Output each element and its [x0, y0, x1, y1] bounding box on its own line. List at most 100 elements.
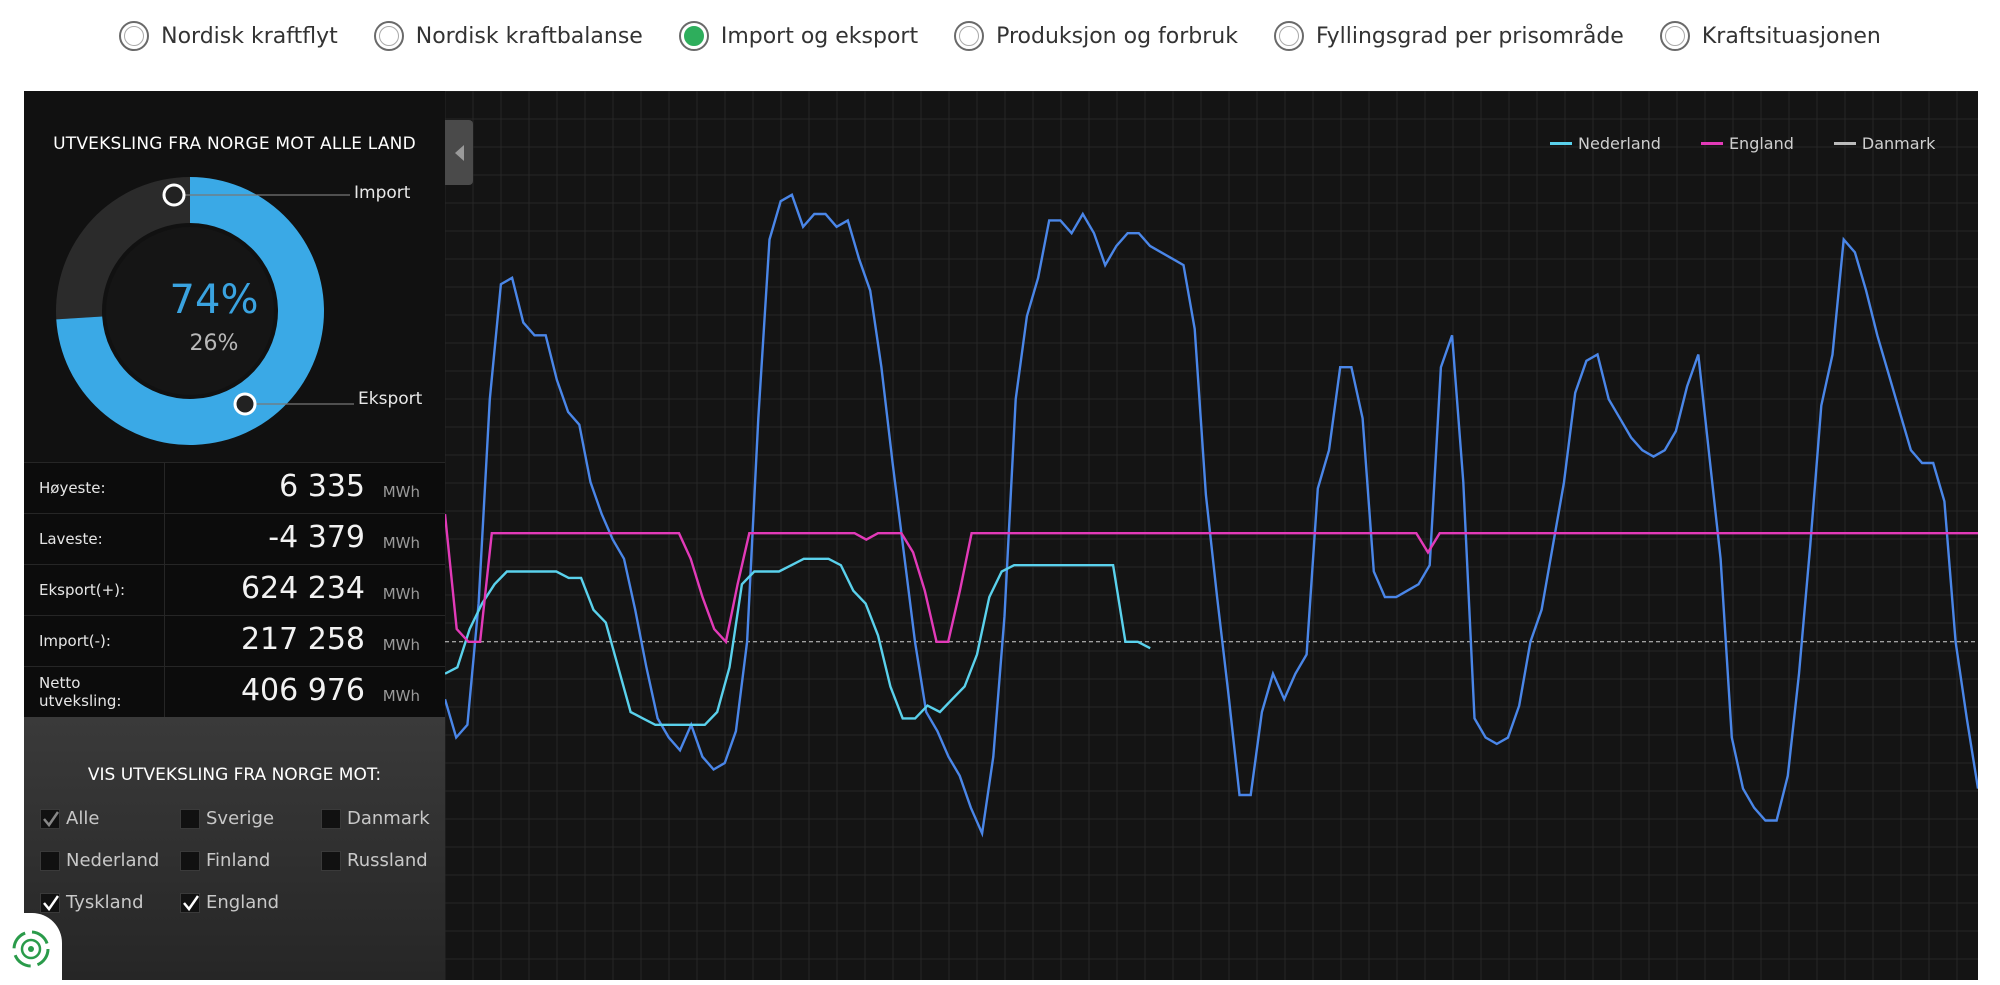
- checkbox[interactable]: [40, 850, 60, 871]
- chevron-left-icon: [455, 144, 464, 161]
- stat-label: Høyeste:: [39, 479, 106, 497]
- legend-swatch: [1700, 141, 1723, 145]
- radio-indicator: [959, 26, 980, 46]
- radio-indicator: [378, 26, 399, 46]
- legend-label: Danmark: [1861, 133, 1936, 153]
- checkbox[interactable]: [180, 808, 200, 829]
- checkmark-icon: [183, 894, 200, 911]
- radio-fyllingsgrad[interactable]: Fyllingsgrad per prisområde: [1273, 21, 1624, 51]
- eksport-marker: [233, 392, 257, 416]
- stat-row-import: Import(-): 217 258 MWh: [24, 615, 445, 666]
- radio-import-og-eksport[interactable]: Import og eksport: [678, 21, 919, 51]
- country-filter: VIS UTVEKSLING FRA NORGE MOT: Alle Sverig…: [24, 717, 445, 980]
- checkbox-alle[interactable]: Alle: [40, 808, 99, 829]
- statnett-logo: [0, 913, 62, 981]
- legend-label: Nederland: [1578, 133, 1661, 153]
- stat-divider: [164, 616, 165, 666]
- legend-item-danmark[interactable]: Danmark: [1833, 133, 1936, 153]
- checkbox-tyskland[interactable]: Tyskland: [40, 892, 144, 913]
- checkbox-russland[interactable]: Russland: [321, 850, 428, 871]
- stat-unit: MWh: [382, 585, 420, 603]
- summary-panel: UTVEKSLING FRA NORGE MOT ALLE LAND 74% 2…: [24, 91, 445, 980]
- chart-legend: Nederland England Danmark: [1510, 133, 1935, 153]
- radio-button[interactable]: [1273, 21, 1304, 51]
- stat-value: 217 258: [240, 622, 365, 657]
- collapse-panel-handle[interactable]: [445, 120, 473, 185]
- radio-label: Import og eksport: [720, 23, 919, 49]
- donut-chart-area: UTVEKSLING FRA NORGE MOT ALLE LAND 74% 2…: [24, 91, 445, 462]
- checkbox-label: Sverige: [206, 808, 275, 829]
- checkmark-icon: [43, 894, 60, 911]
- checkbox-nederland[interactable]: Nederland: [40, 850, 159, 871]
- checkbox[interactable]: [321, 808, 341, 829]
- stat-unit: MWh: [382, 687, 420, 705]
- checkbox-label: Tyskland: [66, 892, 144, 913]
- stat-value: 6 335: [279, 469, 365, 504]
- stat-divider: [164, 565, 165, 615]
- checkbox-england[interactable]: England: [180, 892, 279, 913]
- checkbox-label: Finland: [206, 850, 271, 871]
- checkbox[interactable]: [321, 850, 341, 871]
- stat-divider: [164, 667, 165, 717]
- stat-unit: MWh: [382, 636, 420, 654]
- stat-divider: [164, 514, 165, 564]
- checkbox-danmark[interactable]: Danmark: [321, 808, 430, 829]
- view-selector: Nordisk kraftflyt Nordisk kraftbalanse Imp…: [0, 0, 2000, 72]
- checkbox[interactable]: [40, 892, 60, 913]
- checkbox[interactable]: [180, 892, 200, 913]
- line-chart-svg: [445, 91, 1978, 980]
- radio-button[interactable]: [1659, 21, 1690, 51]
- stat-row-lowest: Laveste: -4 379 MWh: [24, 513, 445, 564]
- exchange-chart: [445, 91, 1978, 980]
- stat-row-highest: Høyeste: 6 335 MWh: [24, 462, 445, 513]
- stat-label: Import(-):: [39, 632, 111, 650]
- checkbox-label: Danmark: [347, 808, 430, 829]
- stat-row-export: Eksport(+): 624 234 MWh: [24, 564, 445, 615]
- radio-kraftsituasjonen[interactable]: Kraftsituasjonen: [1659, 21, 1881, 51]
- checkbox-sverige[interactable]: Sverige: [180, 808, 274, 829]
- radio-indicator: [1664, 26, 1685, 46]
- radio-label: Kraftsituasjonen: [1701, 23, 1881, 49]
- stat-value: 624 234: [240, 571, 365, 606]
- legend-swatch: [1833, 141, 1856, 145]
- secondary-percent: 26%: [189, 331, 239, 356]
- stat-row-net: Netto utveksling: 406 976 MWh: [24, 666, 445, 717]
- stat-divider: [164, 463, 165, 513]
- radio-label: Nordisk kraftbalanse: [415, 23, 643, 49]
- eksport-label: Eksport: [358, 389, 423, 409]
- radio-indicator: [1278, 26, 1299, 46]
- import-marker: [162, 183, 186, 207]
- radio-button[interactable]: [678, 21, 709, 51]
- stats-table: Høyeste: 6 335 MWh Laveste: -4 379 MWh E…: [24, 462, 445, 717]
- stat-unit: MWh: [382, 534, 420, 552]
- legend-swatch: [1550, 141, 1572, 145]
- legend-label: England: [1728, 133, 1794, 153]
- radio-nordisk-kraftflyt[interactable]: Nordisk kraftflyt: [119, 21, 338, 51]
- radio-label: Produksjon og forbruk: [996, 23, 1238, 49]
- checkbox-finland[interactable]: Finland: [180, 850, 270, 871]
- radio-produksjon-og-forbruk[interactable]: Produksjon og forbruk: [954, 21, 1238, 51]
- radio-indicator: [683, 26, 704, 46]
- stat-label: Netto utveksling:: [39, 674, 122, 710]
- stat-label: Laveste:: [39, 530, 103, 548]
- primary-percent: 74%: [169, 277, 259, 323]
- legend-item-nederland[interactable]: Nederland: [1550, 134, 1661, 153]
- legend-item-england[interactable]: England: [1700, 133, 1794, 153]
- radio-button[interactable]: [119, 21, 150, 51]
- radio-label: Nordisk kraftflyt: [161, 23, 338, 49]
- import-label: Import: [354, 183, 411, 203]
- filter-title: VIS UTVEKSLING FRA NORGE MOT:: [87, 765, 382, 785]
- radio-nordisk-kraftbalanse[interactable]: Nordisk kraftbalanse: [373, 21, 643, 51]
- stat-unit: MWh: [382, 483, 420, 501]
- radio-indicator: [124, 26, 145, 46]
- stat-value: 406 976: [240, 673, 365, 708]
- checkbox-label: Nederland: [66, 850, 160, 871]
- series-line-0: [445, 193, 1978, 838]
- checkbox[interactable]: [40, 808, 60, 829]
- checkbox[interactable]: [180, 850, 200, 871]
- checkbox-label: Russland: [347, 850, 428, 871]
- radio-button[interactable]: [954, 21, 985, 51]
- checkbox-label: England: [206, 892, 280, 913]
- radio-label: Fyllingsgrad per prisområde: [1315, 23, 1624, 49]
- radio-button[interactable]: [373, 21, 404, 51]
